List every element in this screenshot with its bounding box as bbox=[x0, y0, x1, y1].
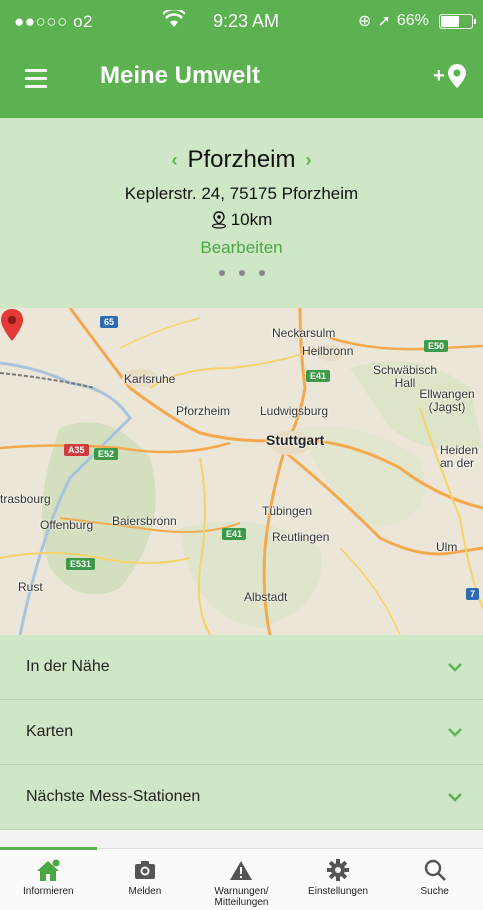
highway-shield: E52 bbox=[94, 448, 119, 460]
nav-bar: Meine Umwelt + bbox=[0, 54, 483, 104]
map-label: Tübingen bbox=[262, 504, 313, 518]
map-label: Baiersbronn bbox=[112, 514, 177, 528]
status-right: ⊕ ➚ 66% bbox=[358, 11, 476, 31]
page-indicator[interactable] bbox=[0, 270, 483, 276]
city-switcher: ‹ Pforzheim › bbox=[0, 146, 483, 174]
accordion-stations[interactable]: Nächste Mess-Stationen bbox=[0, 765, 483, 830]
accordion-nearby[interactable]: In der Nähe bbox=[0, 635, 483, 700]
map-label: Offenburg bbox=[40, 518, 94, 532]
tab-label: Melden bbox=[128, 886, 162, 897]
tab-einstellungen[interactable]: Einstellungen bbox=[290, 849, 387, 910]
map-canvas bbox=[0, 308, 483, 635]
add-place-button[interactable]: + bbox=[433, 62, 467, 92]
chevron-down-icon bbox=[448, 793, 462, 802]
highway-shield: 7 bbox=[466, 588, 480, 600]
radius-row: 10km bbox=[0, 210, 483, 230]
highway-shield: E41 bbox=[222, 528, 247, 540]
map-label: Karlsruhe bbox=[124, 372, 176, 386]
wifi-icon bbox=[163, 10, 185, 27]
address: Keplerstr. 24, 75175 Pforzheim bbox=[124, 184, 359, 203]
prev-city-button[interactable]: ‹ bbox=[171, 150, 177, 171]
page-dot bbox=[218, 270, 225, 276]
tab-label: Informieren bbox=[23, 886, 74, 897]
tab-suche[interactable]: Suche bbox=[386, 849, 483, 910]
map-label: trasbourg bbox=[0, 492, 51, 506]
highway-shield: E50 bbox=[424, 340, 449, 352]
highway-shield: A35 bbox=[64, 444, 89, 456]
map-label: Neckarsulm bbox=[272, 326, 336, 340]
location-arrow-icon: ➚ bbox=[377, 13, 391, 30]
home-icon bbox=[35, 857, 61, 883]
map-label: Heiden an der bbox=[440, 443, 479, 470]
accordion-label: In der Nähe bbox=[26, 658, 110, 675]
battery-percent: 66% bbox=[396, 12, 429, 29]
city-name: Pforzheim bbox=[187, 146, 296, 173]
page-dot bbox=[238, 270, 245, 276]
battery-icon bbox=[438, 13, 476, 29]
chevron-down-icon bbox=[448, 728, 462, 737]
page-title: Meine Umwelt bbox=[100, 62, 261, 89]
highway-shield: E531 bbox=[66, 558, 96, 570]
tab-melden[interactable]: Melden bbox=[97, 849, 194, 910]
map-label: Ellwangen (Jagst) bbox=[419, 387, 475, 414]
location-panel: ‹ Pforzheim › Keplerstr. 24, 75175 Pforz… bbox=[0, 118, 483, 308]
status-time: 9:23 AM bbox=[213, 11, 280, 31]
map-label: Reutlingen bbox=[272, 530, 330, 544]
info-accordion: In der Nähe Karten Nächste Mess-Statione… bbox=[0, 635, 483, 830]
location-radius-icon bbox=[211, 211, 226, 229]
menu-button[interactable] bbox=[25, 69, 47, 88]
accordion-label: Karten bbox=[26, 723, 74, 740]
tab-warnungen[interactable]: Warnungen/ Mitteilungen bbox=[193, 849, 290, 910]
map-label: Ludwigsburg bbox=[260, 404, 329, 418]
map-label: Stuttgart bbox=[266, 432, 325, 448]
rotation-lock-icon: ⊕ bbox=[358, 13, 372, 30]
map-label: Rust bbox=[18, 580, 43, 594]
map-label: Heilbronn bbox=[302, 344, 354, 358]
radius-value: 10km bbox=[230, 210, 273, 229]
tab-label: Einstellungen bbox=[308, 886, 369, 897]
tab-bar: Informieren Melden Warnungen/ Mitteilung… bbox=[0, 847, 483, 910]
add-label: + bbox=[433, 65, 445, 87]
gear-icon bbox=[325, 857, 351, 883]
map-label: Albstadt bbox=[244, 590, 288, 604]
chevron-down-icon bbox=[448, 663, 462, 672]
highway-shield: 65 bbox=[100, 316, 119, 328]
highway-shield: E41 bbox=[306, 370, 331, 382]
tab-label: Suche bbox=[420, 886, 449, 897]
status-bar: ●●○○○ o2 9:23 AM ⊕ ➚ 66% bbox=[0, 0, 483, 44]
app-header: ●●○○○ o2 9:23 AM ⊕ ➚ 66% Meine Umwelt + bbox=[0, 0, 483, 118]
page-dot bbox=[258, 270, 265, 276]
tab-informieren[interactable]: Informieren bbox=[0, 847, 97, 910]
carrier-label: ●●○○○ o2 bbox=[14, 12, 93, 31]
map-label: Ulm bbox=[436, 540, 458, 554]
accordion-maps[interactable]: Karten bbox=[0, 700, 483, 765]
map-view[interactable]: Neckarsulm Heilbronn Schwäbisch Hall Ell… bbox=[0, 308, 483, 635]
warning-icon bbox=[228, 857, 254, 883]
accordion-label: Nächste Mess-Stationen bbox=[26, 788, 201, 805]
search-icon bbox=[422, 857, 448, 883]
edit-location-link[interactable]: Bearbeiten bbox=[0, 238, 483, 258]
location-pin-icon[interactable] bbox=[0, 308, 24, 342]
camera-icon bbox=[132, 857, 158, 883]
tab-label: Warnungen/ Mitteilungen bbox=[214, 886, 269, 908]
next-city-button[interactable]: › bbox=[306, 150, 312, 171]
map-label: Pforzheim bbox=[176, 404, 231, 418]
menu-icon bbox=[25, 69, 47, 72]
